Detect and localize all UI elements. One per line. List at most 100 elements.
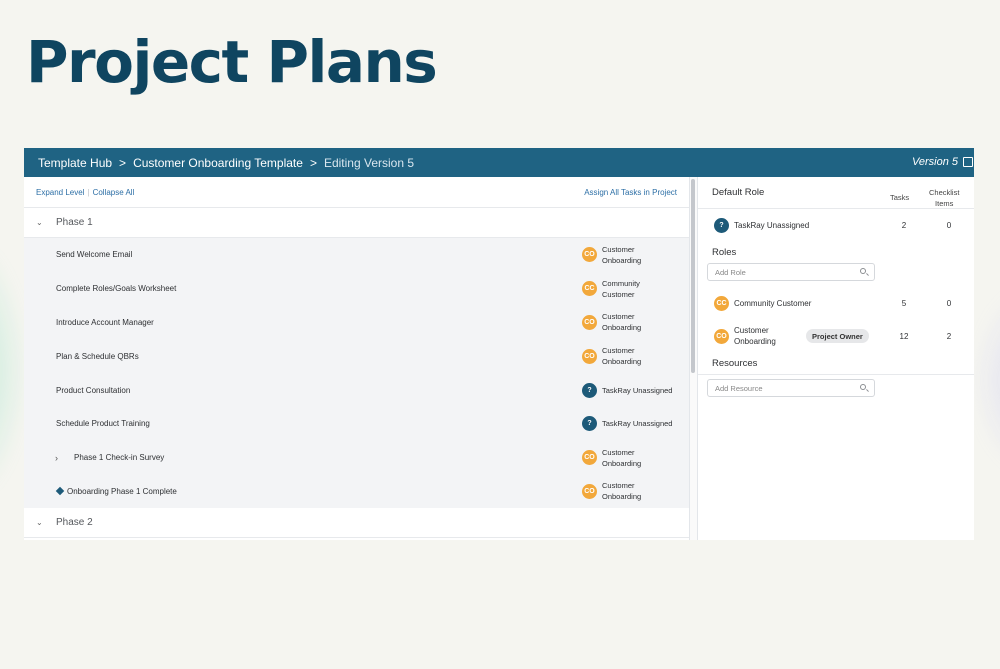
role-avatar: CO: [582, 450, 597, 466]
owner-line-1: Community: [602, 278, 640, 288]
owner-line-1: Customer: [602, 481, 635, 491]
role-avatar: CO: [582, 314, 597, 330]
resources-section-title: Resources: [698, 353, 974, 375]
breadcrumb-separator: >: [309, 155, 317, 170]
unassigned-avatar-icon: ?: [582, 416, 597, 432]
chevron-down-icon[interactable]: ⌄: [36, 518, 45, 527]
role-row[interactable]: CO Customer Onboarding Project Owner 12 2: [698, 319, 974, 353]
owner-label: Customer Onboarding: [602, 480, 680, 502]
role-task-count: 2: [901, 220, 907, 230]
phase-label: Phase 2: [56, 517, 93, 529]
scrollbar-thumb[interactable]: [691, 179, 695, 373]
owner-line-2: Onboarding: [602, 323, 642, 333]
page-title: Project Plans: [26, 28, 438, 96]
owner-line-1: Customer: [602, 447, 635, 457]
task-row[interactable]: Schedule Product Training ? TaskRay Unas…: [24, 407, 689, 441]
default-role-title: Default Role: [712, 187, 765, 198]
owner-line-2: Onboarding: [602, 492, 642, 502]
owner-label: Customer Onboarding: [602, 311, 680, 333]
role-checklist-count: 0: [946, 220, 952, 230]
add-role-input[interactable]: Add Role: [707, 263, 875, 281]
owner-line-2: Onboarding: [602, 255, 642, 265]
toolbar-divider: |: [87, 187, 90, 197]
role-name: Customer Onboarding: [734, 325, 804, 347]
owner-label: Customer Onboarding: [602, 447, 680, 469]
breadcrumb-template-hub[interactable]: Template Hub: [38, 156, 112, 170]
task-name: Schedule Product Training: [56, 419, 150, 429]
owner-label: Customer Onboarding: [602, 244, 680, 266]
project-owner-badge: Project Owner: [806, 329, 869, 343]
checklist-header-line-2: Items: [935, 199, 954, 208]
collapse-all-link[interactable]: Collapse All: [93, 188, 135, 197]
task-row[interactable]: › Phase 1 Check-in Survey CO Customer Onb…: [24, 441, 689, 475]
task-name: Onboarding Phase 1 Complete: [67, 486, 177, 496]
chevron-right-icon[interactable]: ›: [55, 453, 58, 463]
add-resource-placeholder: Add Resource: [715, 383, 763, 393]
owner-label: Community Customer: [602, 278, 680, 300]
task-owner[interactable]: CC Community Customer: [582, 278, 680, 300]
task-row[interactable]: Onboarding Phase 1 Complete CO Customer O…: [24, 475, 689, 509]
owner-line-2: Onboarding: [602, 357, 642, 367]
task-name: Complete Roles/Goals Worksheet: [56, 284, 177, 294]
role-row[interactable]: CC Community Customer 5 0: [698, 287, 974, 319]
app-window: Template Hub > Customer Onboarding Templ…: [24, 148, 974, 540]
task-owner[interactable]: CO Customer Onboarding: [582, 244, 680, 266]
task-row[interactable]: Introduce Account Manager CO Customer Onb…: [24, 306, 689, 340]
task-name: Introduce Account Manager: [56, 317, 154, 327]
version-label: Version 5: [911, 156, 958, 168]
role-avatar: CO: [582, 483, 597, 499]
task-row[interactable]: Product Consultation ? TaskRay Unassigne…: [24, 373, 689, 407]
role-name-line-2: Onboarding: [734, 337, 776, 346]
task-owner[interactable]: CO Customer Onboarding: [582, 480, 680, 502]
owner-label: Customer Onboarding: [602, 345, 680, 367]
tasks-column-header: Tasks: [890, 193, 910, 202]
task-owner[interactable]: ? TaskRay Unassigned: [582, 382, 680, 398]
task-row[interactable]: Complete Roles/Goals Worksheet CC Commun…: [24, 272, 689, 306]
role-checklist-count: 2: [946, 331, 952, 341]
breadcrumb: Template Hub > Customer Onboarding Templ…: [24, 156, 414, 170]
owner-line-1: Customer: [602, 312, 635, 322]
owner-line-1: Customer: [602, 244, 635, 254]
task-owner[interactable]: CO Customer Onboarding: [582, 311, 680, 333]
default-role-header: Default Role Tasks Checklist Items: [698, 177, 974, 209]
task-owner[interactable]: CO Customer Onboarding: [582, 447, 680, 469]
owner-line-2: Customer: [602, 289, 635, 299]
default-role-row[interactable]: ? TaskRay Unassigned 2 0: [698, 209, 974, 241]
breadcrumb-template[interactable]: Customer Onboarding Template: [133, 156, 303, 170]
role-checklist-count: 0: [946, 298, 952, 308]
task-name: Plan & Schedule QBRs: [56, 351, 139, 361]
chevron-down-icon[interactable]: ⌄: [36, 218, 45, 227]
roles-section-title: Roles: [712, 246, 737, 258]
breadcrumb-separator: >: [119, 155, 127, 170]
owner-label: TaskRay Unassigned: [602, 419, 673, 429]
role-name: Community Customer: [734, 298, 812, 308]
role-task-count: 5: [901, 298, 907, 308]
task-row[interactable]: Send Welcome Email CO Customer Onboarding: [24, 238, 689, 272]
search-icon: [860, 384, 866, 390]
add-resource-input[interactable]: Add Resource: [707, 379, 875, 397]
role-avatar: CO: [714, 328, 729, 344]
breadcrumb-current: Editing Version 5: [323, 155, 415, 170]
top-bar: Template Hub > Customer Onboarding Templ…: [24, 148, 974, 177]
milestone-diamond-icon: [55, 487, 65, 496]
role-avatar: CC: [582, 281, 597, 297]
phase-header[interactable]: ⌄ Phase 1: [24, 208, 689, 238]
task-owner[interactable]: ? TaskRay Unassigned: [582, 416, 680, 432]
edit-icon[interactable]: [963, 157, 973, 167]
phase-header[interactable]: ⌄ Phase 2: [24, 508, 689, 539]
owner-label: TaskRay Unassigned: [602, 385, 673, 395]
assign-all-tasks-link[interactable]: Assign All Tasks in Project: [584, 188, 677, 197]
scrollbar[interactable]: [690, 177, 697, 540]
expand-level-link[interactable]: Expand Level: [36, 188, 84, 197]
search-icon: [860, 268, 866, 274]
add-role-placeholder: Add Role: [715, 267, 746, 277]
role-task-count: 12: [899, 331, 909, 341]
role-name-line-1: Customer: [734, 326, 769, 335]
unassigned-avatar-icon: ?: [582, 382, 597, 398]
checklist-header-line-1: Checklist: [929, 188, 960, 197]
role-avatar: CO: [582, 348, 597, 364]
task-owner[interactable]: CO Customer Onboarding: [582, 345, 680, 367]
task-row[interactable]: Plan & Schedule QBRs CO Customer Onboardi…: [24, 339, 689, 373]
phase-label: Phase 1: [56, 217, 93, 228]
task-name: Phase 1 Check-in Survey: [74, 453, 165, 463]
